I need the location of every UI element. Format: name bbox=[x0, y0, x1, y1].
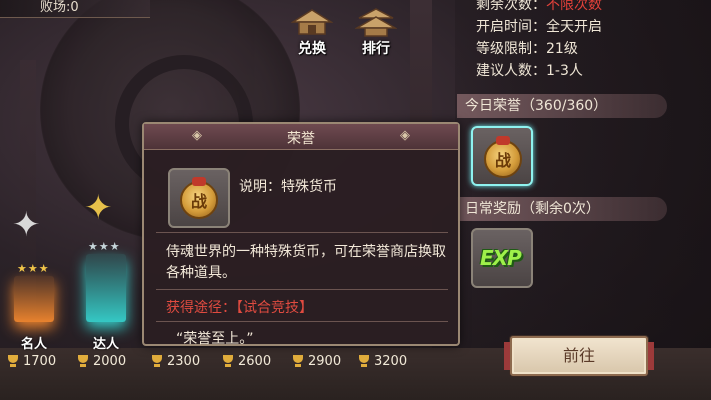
trophy-icon bbox=[76, 355, 90, 368]
tooltip-header: ◈ 荣誉 ◈ bbox=[144, 124, 458, 150]
divider bbox=[156, 289, 448, 290]
pagoda-icon bbox=[291, 9, 333, 35]
tower-icon bbox=[355, 8, 397, 37]
rank2-label: 达人 bbox=[92, 337, 119, 352]
tooltip-item-icon-box: 战 bbox=[168, 168, 230, 228]
go-button[interactable]: 前往 bbox=[504, 336, 654, 376]
trophy-icon bbox=[221, 355, 235, 368]
honor-tooltip: ◈ 荣誉 ◈ 战 说明：特殊货币 侍魂世界的一种特殊货币，可在荣誉商店换取各种道… bbox=[142, 122, 460, 347]
tooltip-title: 荣誉 bbox=[287, 131, 315, 147]
exchange-button[interactable]: 兑换 bbox=[286, 8, 338, 60]
remaining-count-value: 不限次数 bbox=[546, 0, 602, 13]
honor-reward-slot[interactable]: 战 bbox=[471, 126, 533, 186]
trophy-icon bbox=[357, 355, 371, 368]
golden-shuriken-icon: ✦ bbox=[84, 188, 113, 228]
rank2-glow-bar bbox=[86, 254, 126, 322]
level-limit: 等级限制：21级 bbox=[476, 41, 578, 57]
exchange-label: 兑换 bbox=[298, 41, 326, 57]
rank2-stars: ★★★ bbox=[88, 240, 121, 253]
trophy-icon bbox=[150, 355, 164, 368]
tooltip-body: 侍魂世界的一种特殊货币，可在荣誉商店换取各种道具。 bbox=[166, 244, 446, 281]
score-item: 2900 bbox=[291, 354, 341, 369]
score-thresholds: 1700 2000 2300 2600 2900 3200 bbox=[0, 354, 500, 372]
score-value: 2000 bbox=[93, 354, 127, 369]
divider bbox=[156, 321, 448, 322]
remaining-count-label: 剩余次数： bbox=[476, 0, 546, 13]
loss-counter: 败场:0 bbox=[0, 0, 150, 18]
honor-coin-icon: 战 bbox=[180, 177, 218, 219]
score-value: 2600 bbox=[238, 354, 272, 369]
exp-reward-slot[interactable]: EXP bbox=[471, 228, 533, 288]
score-item: 3200 bbox=[357, 354, 407, 369]
tooltip-description: 说明：特殊货币 bbox=[239, 179, 337, 195]
trophy-icon bbox=[6, 355, 20, 368]
ranking-label: 排行 bbox=[362, 41, 390, 57]
divider bbox=[156, 232, 448, 233]
honor-coin-char: 战 bbox=[494, 151, 511, 170]
score-value: 3200 bbox=[374, 354, 408, 369]
daily-reward-header: 日常奖励（剩余0次） bbox=[457, 197, 667, 221]
trophy-icon bbox=[291, 355, 305, 368]
open-time: 开启时间：全天开启 bbox=[476, 19, 602, 35]
score-value: 2900 bbox=[308, 354, 342, 369]
honor-coin-char: 战 bbox=[190, 192, 207, 211]
honor-coin-icon: 战 bbox=[484, 136, 522, 178]
remaining-count-row: 剩余次数：不限次数 bbox=[476, 0, 602, 16]
today-honor-header: 今日荣誉（360/360） bbox=[457, 94, 667, 118]
exp-icon: EXP bbox=[480, 246, 522, 270]
rank1-glow-bar bbox=[14, 276, 54, 322]
score-item: 1700 bbox=[6, 354, 56, 369]
score-item: 2300 bbox=[150, 354, 200, 369]
score-item: 2000 bbox=[76, 354, 126, 369]
next-arrow-icon[interactable]: ◈ bbox=[400, 128, 410, 143]
ranking-button[interactable]: 排行 bbox=[350, 8, 402, 60]
shuriken-icon: ✦ bbox=[12, 205, 41, 245]
score-item: 2600 bbox=[221, 354, 271, 369]
rank1-stars: ★★★ bbox=[17, 262, 50, 275]
rank1-label: 名人 bbox=[20, 337, 47, 352]
score-value: 2300 bbox=[167, 354, 201, 369]
score-value: 1700 bbox=[23, 354, 57, 369]
tooltip-source: 获得途径：【试合竞技】 bbox=[166, 300, 313, 316]
activity-info: 剩余次数：不限次数 开启时间：全天开启 等级限制：21级 建议人数：1-3人 bbox=[476, 0, 602, 82]
tooltip-quote: “荣誉至上。” bbox=[176, 331, 254, 347]
suggested-players: 建议人数：1-3人 bbox=[476, 63, 583, 79]
